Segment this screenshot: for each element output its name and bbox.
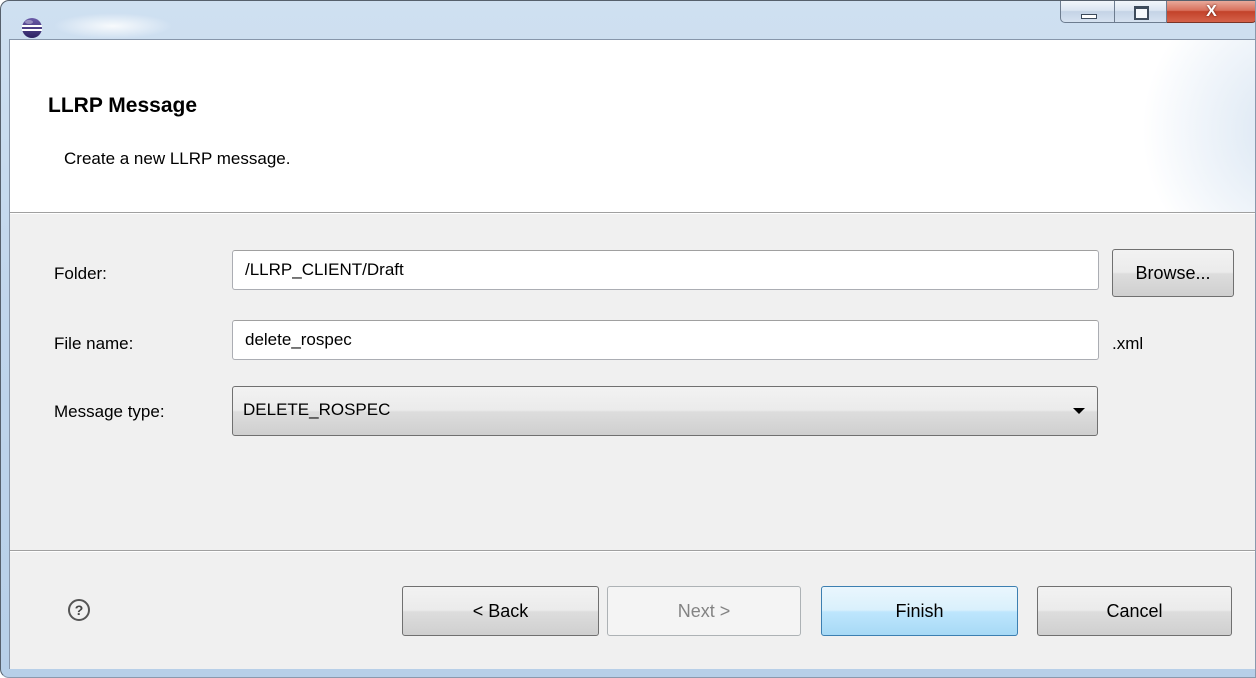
browse-button[interactable]: Browse... [1112,249,1234,297]
maximize-button[interactable] [1115,1,1167,23]
next-button[interactable]: Next > [607,586,801,636]
message-type-label: Message type: [54,402,165,421]
title-bar[interactable]: X [1,1,1255,39]
folder-input[interactable] [232,250,1099,290]
file-extension-label: .xml [1112,334,1144,353]
dialog-client: LLRP Message Create a new LLRP message. … [9,39,1255,669]
finish-button[interactable]: Finish [821,586,1018,636]
message-type-value: DELETE_ROSPEC [243,400,391,419]
minimize-button[interactable] [1060,1,1115,23]
help-icon[interactable]: ? [68,599,90,621]
close-icon: X [1206,3,1217,20]
maximize-icon [1134,6,1149,20]
close-button[interactable]: X [1167,1,1255,23]
wizard-header: LLRP Message Create a new LLRP message. [10,40,1255,212]
message-type-select[interactable]: DELETE_ROSPEC [232,386,1098,436]
file-name-input[interactable] [232,320,1099,360]
wizard-dialog: X LLRP Message Create a new LLRP message… [0,0,1256,678]
page-description: Create a new LLRP message. [64,149,291,168]
file-name-label: File name: [54,334,134,353]
footer-separator [10,550,1255,552]
eclipse-icon [22,18,42,38]
page-title: LLRP Message [48,94,197,117]
chevron-down-icon [1073,408,1085,414]
cancel-button[interactable]: Cancel [1037,586,1232,636]
header-decoration [1117,40,1255,212]
minimize-icon [1081,14,1097,19]
back-button[interactable]: < Back [402,586,599,636]
title-glow [53,13,173,39]
folder-label: Folder: [54,264,107,283]
header-separator [10,212,1255,214]
